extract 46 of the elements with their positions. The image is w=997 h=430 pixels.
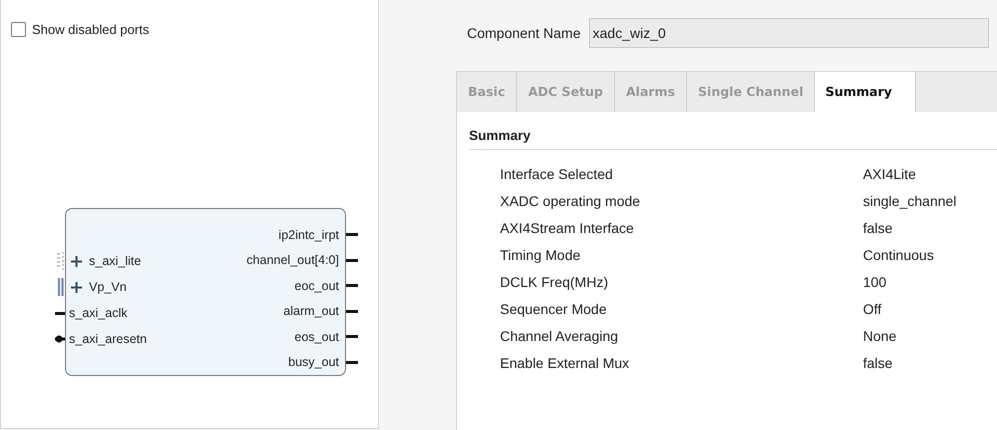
analog-pin-icon <box>55 278 65 296</box>
expand-icon[interactable] <box>71 256 82 266</box>
pin-icon <box>346 360 358 364</box>
setting-label: Channel Averaging <box>500 328 620 344</box>
port-label: busy_out <box>288 355 339 370</box>
setting-label: Sequencer Mode <box>500 300 608 316</box>
checkbox[interactable] <box>11 22 26 37</box>
pin-icon <box>55 312 65 314</box>
setting-value: 100 <box>863 274 886 290</box>
setting-label: Enable External Mux <box>500 354 630 370</box>
pin-icon <box>346 284 358 288</box>
port-label: ip2intc_irpt <box>278 228 339 242</box>
setting-label: AXI4Stream Interface <box>500 220 635 236</box>
setting-value: None <box>863 328 896 344</box>
setting-label: Interface Selected <box>500 166 614 182</box>
checkbox-label: Show disabled ports <box>32 22 150 37</box>
pin-icon <box>346 233 358 236</box>
port-label: eoc_out <box>294 278 339 293</box>
port-label: Vp_Vn <box>89 280 127 294</box>
pin-icon <box>346 258 358 262</box>
port-label: channel_out[4:0] <box>246 253 339 268</box>
port-label: s_axi_lite <box>89 254 142 268</box>
tab[interactable]: ADC Setup <box>517 72 615 112</box>
pin-icon <box>346 310 358 313</box>
port-label: eos_out <box>294 330 339 344</box>
bus-pin-icon <box>55 252 65 270</box>
field-label: Component Name <box>467 25 581 41</box>
tab[interactable]: Alarms <box>615 72 688 112</box>
setting-label: Timing Mode <box>500 246 582 262</box>
setting-value: Off <box>863 300 882 316</box>
pin-icon <box>346 335 358 338</box>
section-title: Summary <box>469 128 997 150</box>
port-label: s_axi_aclk <box>69 306 128 320</box>
setting-value: Continuous <box>863 246 934 262</box>
tab[interactable]: Basic <box>457 72 518 112</box>
setting-label: XADC operating mode <box>500 192 642 208</box>
port-label: alarm_out <box>283 304 339 318</box>
setting-label: DCLK Freq(MHz) <box>500 274 610 290</box>
setting-value: single_channel <box>863 192 956 208</box>
setting-value: AXI4Lite <box>863 166 916 182</box>
setting-value: false <box>863 220 893 236</box>
setting-value: false <box>863 354 893 370</box>
port-label: s_axi_aresetn <box>69 332 147 346</box>
expand-icon[interactable] <box>71 282 82 292</box>
component-name-field[interactable]: xadc_wiz_0 <box>588 18 989 48</box>
tab[interactable]: Summary <box>815 72 916 112</box>
